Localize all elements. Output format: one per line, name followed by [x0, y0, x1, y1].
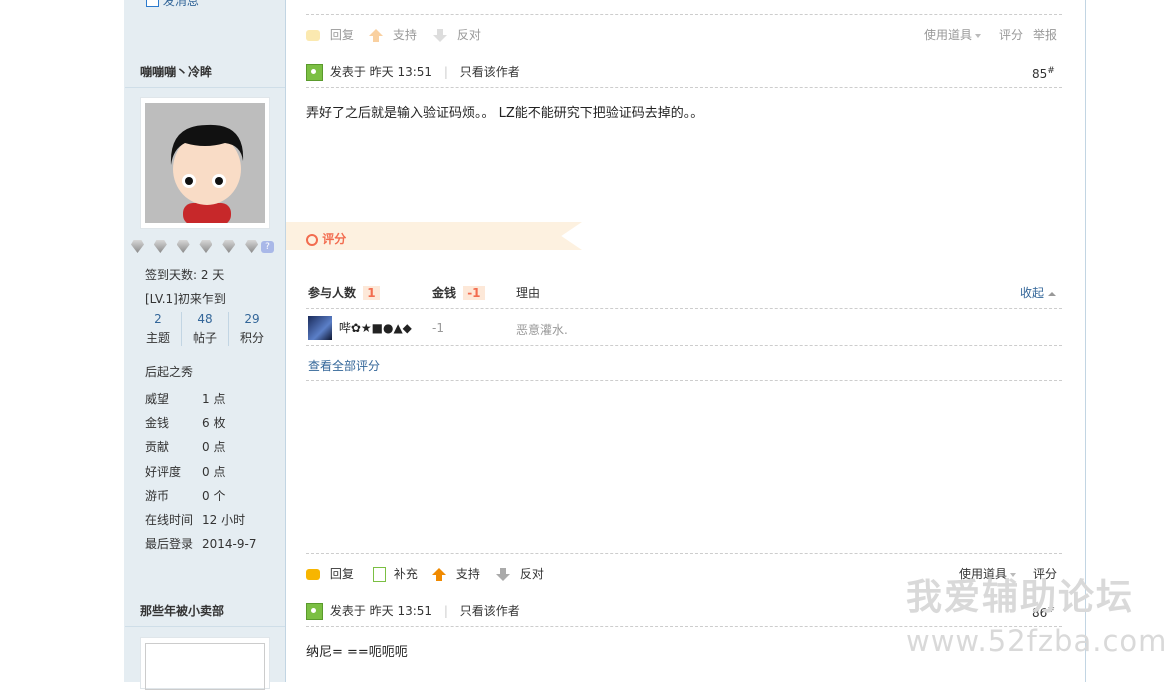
tools-menu-faded[interactable]: 使用道具 [924, 26, 982, 43]
divider [306, 87, 1062, 88]
stat-credits[interactable]: 29 积分 [229, 312, 275, 346]
message-icon [146, 0, 159, 7]
divider [125, 626, 285, 627]
detail-row: 威望 1 点 [145, 392, 226, 406]
detail-row: 在线时间 12 小时 [145, 513, 246, 528]
view-all-ratings-link[interactable]: 查看全部评分 [308, 357, 380, 374]
gem-icon [176, 240, 190, 253]
oppose-button-faded[interactable]: 反对 [433, 26, 481, 43]
user-stats: 2 主题 48 帖子 29 积分 [135, 312, 275, 348]
detail-row: 游币 0 个 [145, 488, 226, 503]
only-author-link[interactable]: 只看该作者 [460, 604, 520, 618]
divider [306, 14, 1062, 15]
rank-stars [131, 240, 259, 256]
gem-icon [245, 240, 259, 253]
rating-circle-icon [306, 233, 318, 246]
rating-reason-header: 理由 [516, 286, 541, 300]
rating-money-header: 金钱 -1 [432, 284, 485, 301]
oppose-icon [496, 568, 510, 581]
divider [306, 345, 1062, 346]
divider [306, 553, 1062, 554]
support-button-faded[interactable]: 支持 [369, 26, 417, 43]
detail-row: 贡献 0 点 [145, 440, 226, 455]
watermark-logo: 我爱辅助论坛 [906, 577, 1135, 618]
avatar-image [145, 103, 265, 223]
online-status-icon [306, 64, 323, 81]
rating-money-value: -1 [432, 321, 444, 335]
collapse-rating-button[interactable]: 收起 [1020, 284, 1057, 301]
rater-avatar[interactable] [308, 316, 332, 340]
rate-link-faded[interactable]: 评分 [999, 26, 1023, 43]
stat-topics[interactable]: 2 主题 [135, 312, 181, 346]
support-button[interactable]: 支持 [432, 565, 480, 582]
support-icon [369, 29, 383, 42]
chevron-down-icon [975, 33, 982, 38]
help-icon[interactable]: ? [261, 241, 274, 253]
reply-icon [306, 569, 320, 580]
send-message-link[interactable]: 发消息 [146, 0, 199, 9]
detail-row: 好评度 0 点 [145, 464, 226, 479]
gem-icon [131, 240, 144, 253]
only-author-link[interactable]: 只看该作者 [460, 65, 520, 79]
username-1[interactable]: 嘣嘣嘣丶冷眸 [140, 63, 212, 80]
stat-posts[interactable]: 48 帖子 [182, 312, 228, 346]
online-status-icon [306, 603, 323, 620]
user-group[interactable]: 后起之秀 [145, 363, 193, 380]
divider [306, 308, 1062, 309]
detail-row: 最后登录 2014-9-7 [145, 537, 257, 552]
gem-icon [199, 240, 213, 253]
gem-icon [153, 240, 167, 253]
user-details: 威望 1 点 金钱 6 枚 贡献 0 点 好评度 0 点 游币 0 个 在线时间 12 小时… [145, 387, 280, 556]
support-icon [432, 568, 446, 581]
rating-participants-header: 参与人数 1 [308, 284, 380, 301]
gem-icon [222, 240, 236, 253]
reply-icon [306, 30, 320, 41]
edit-note-icon [373, 567, 386, 582]
chevron-up-icon [1048, 291, 1057, 296]
rating-reason-value: 恶意灌水. [516, 323, 568, 337]
detail-row: 金钱 6 枚 [145, 416, 226, 431]
divider [306, 380, 1062, 381]
divider [125, 87, 285, 88]
oppose-button[interactable]: 反对 [496, 565, 544, 582]
sign-days: 签到天数: 2 天 [145, 268, 225, 282]
oppose-icon [433, 29, 447, 42]
avatar-image [145, 643, 265, 690]
post-meta: 发表于 昨天 13:51 | 只看该作者 [306, 602, 520, 620]
user-level[interactable]: [LV.1]初来乍到 [145, 290, 226, 307]
reply-button-faded[interactable]: 回复 [306, 26, 354, 43]
floor-number[interactable]: 85# [1032, 66, 1055, 81]
report-link-faded[interactable]: 举报 [1033, 26, 1057, 43]
avatar[interactable] [140, 637, 270, 690]
post-content: 弄好了之后就是输入验证码烦。。 LZ能不能研究下把验证码去掉的。。 [306, 106, 704, 121]
rating-title: 评分 [306, 230, 346, 247]
reply-button[interactable]: 回复 [306, 565, 354, 582]
avatar[interactable] [140, 97, 270, 229]
rater-name[interactable]: 哔✿★■●▲◆ [339, 321, 412, 335]
rating-row: 哔✿★■●▲◆ [308, 316, 412, 340]
post-content: 纳尼= ==呃呃呃 [306, 645, 408, 660]
username-2[interactable]: 那些年被小卖部 [140, 602, 224, 619]
supplement-button[interactable]: 补充 [373, 565, 418, 582]
watermark-url: www.52fzba.com [906, 624, 1168, 658]
post-meta: 发表于 昨天 13:51 | 只看该作者 [306, 63, 520, 81]
